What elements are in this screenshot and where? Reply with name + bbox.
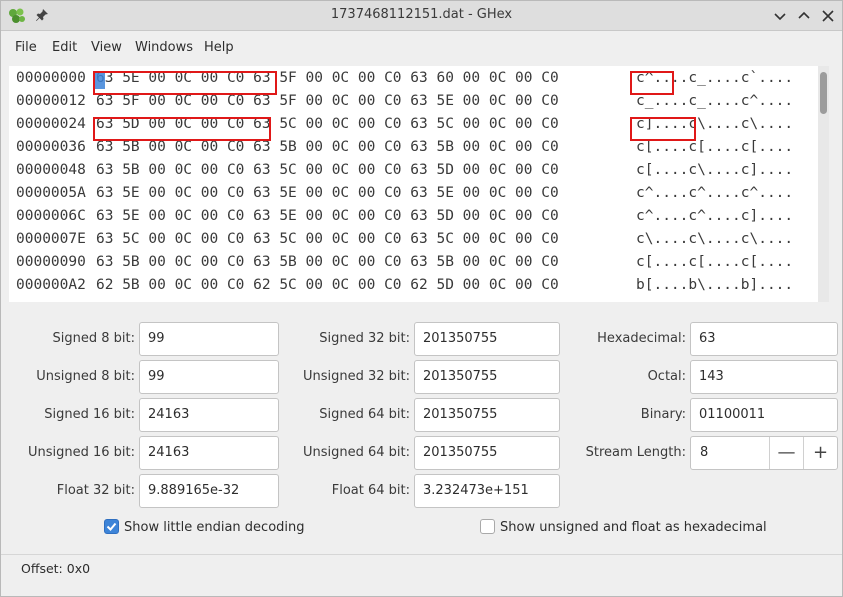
signed-16-bit-label: Signed 16 bit:: [44, 407, 135, 422]
float-32-bit-field[interactable]: 9.889165e-32: [139, 474, 279, 508]
unsigned-64-bit-label: Unsigned 64 bit:: [302, 445, 410, 460]
row-hex-bytes[interactable]: 63 5F 00 0C 00 C0 63 5F 00 0C 00 C0 63 5…: [96, 93, 559, 109]
row-offset: 00000012: [16, 93, 86, 109]
scrollbar-thumb[interactable]: [820, 72, 827, 114]
title-bar: 1737468112151.dat - GHex: [1, 1, 842, 31]
row-ascii[interactable]: c[....c[....c[....: [636, 254, 793, 270]
row-hex-bytes[interactable]: 63 5B 00 0C 00 C0 63 5B 00 0C 00 C0 63 5…: [96, 139, 559, 155]
highlight-box-ascii-row-0: [630, 71, 674, 95]
hex-row: 0000006C 63 5E 00 0C 00 C0 63 5E 00 0C 0…: [9, 204, 817, 227]
unsigned-32-bit-field[interactable]: 201350755: [414, 360, 560, 394]
unsigned-8-bit-field[interactable]: 99: [139, 360, 279, 394]
menu-edit[interactable]: Edit: [52, 40, 77, 55]
row-hex-bytes[interactable]: 63 5E 00 0C 00 C0 63 5E 00 0C 00 C0 63 5…: [96, 185, 559, 201]
signed-32-bit-label: Signed 32 bit:: [319, 331, 410, 346]
increment-button[interactable]: +: [803, 437, 837, 469]
stream-length-stepper: 8 — +: [690, 436, 838, 470]
binary-field[interactable]: 01100011: [690, 398, 838, 432]
hex-row: 000000A2 62 5B 00 0C 00 C0 62 5C 00 0C 0…: [9, 273, 817, 296]
unsigned-64-bit-field[interactable]: 201350755: [414, 436, 560, 470]
offset-status: Offset: 0x0: [21, 561, 91, 576]
float-64-bit-field[interactable]: 3.232473e+151: [414, 474, 560, 508]
float-64-bit-label: Float 64 bit:: [331, 483, 410, 498]
stream-length-label: Stream Length:: [585, 445, 686, 460]
row-ascii[interactable]: c^....c^....c]....: [636, 208, 793, 224]
minimize-chevron-icon[interactable]: [771, 7, 789, 25]
highlight-box-ascii-row-2: [630, 117, 696, 141]
row-offset: 00000048: [16, 162, 86, 178]
hex-row: 00000048 63 5B 00 0C 00 C0 63 5C 00 0C 0…: [9, 158, 817, 181]
row-ascii[interactable]: b[....b\....b]....: [636, 277, 793, 293]
hex-view[interactable]: 00000000 63 5E 00 0C 00 C0 63 5F 00 0C 0…: [9, 66, 829, 302]
row-offset: 00000000: [16, 70, 86, 86]
row-ascii[interactable]: c_....c_....c^....: [636, 93, 793, 109]
signed-64-bit-label: Signed 64 bit:: [319, 407, 410, 422]
window-title: 1737468112151.dat - GHex: [330, 7, 513, 22]
row-ascii[interactable]: c\....c\....c\....: [636, 231, 793, 247]
hexadecimal-field[interactable]: 63: [690, 322, 838, 356]
row-ascii[interactable]: c[....c[....c[....: [636, 139, 793, 155]
unsigned-16-bit-field[interactable]: 24163: [139, 436, 279, 470]
highlight-box-hex-row-0: [93, 71, 277, 95]
signed-64-bit-field[interactable]: 201350755: [414, 398, 560, 432]
unsigned-32-bit-label: Unsigned 32 bit:: [302, 369, 410, 384]
decrement-button[interactable]: —: [769, 437, 803, 469]
row-hex-bytes[interactable]: 63 5C 00 0C 00 C0 63 5C 00 0C 00 C0 63 5…: [96, 231, 559, 247]
vertical-scrollbar[interactable]: [818, 66, 829, 302]
row-offset: 00000090: [16, 254, 86, 270]
hex-row: 0000005A 63 5E 00 0C 00 C0 63 5E 00 0C 0…: [9, 181, 817, 204]
unsigned-16-bit-label: Unsigned 16 bit:: [27, 445, 135, 460]
little-endian-label[interactable]: Show little endian decoding: [124, 520, 305, 535]
ghex-window: 1737468112151.dat - GHex File Edit View …: [0, 0, 843, 597]
row-offset: 000000A2: [16, 277, 86, 293]
signed-16-bit-field[interactable]: 24163: [139, 398, 279, 432]
menu-help[interactable]: Help: [204, 40, 234, 55]
signed-8-bit-label: Signed 8 bit:: [52, 331, 135, 346]
hex-row: 0000007E 63 5C 00 0C 00 C0 63 5C 00 0C 0…: [9, 227, 817, 250]
row-hex-bytes[interactable]: 63 5B 00 0C 00 C0 63 5C 00 0C 00 C0 63 5…: [96, 162, 559, 178]
stream-length-value[interactable]: 8: [700, 445, 708, 460]
row-offset: 0000007E: [16, 231, 86, 247]
binary-label: Binary:: [640, 407, 686, 422]
menu-windows[interactable]: Windows: [135, 40, 193, 55]
float-32-bit-label: Float 32 bit:: [56, 483, 135, 498]
menu-file[interactable]: File: [15, 40, 37, 55]
close-icon[interactable]: [819, 7, 837, 25]
little-endian-checkbox[interactable]: [104, 519, 119, 534]
checkmark-icon: [106, 522, 117, 531]
row-ascii[interactable]: c^....c^....c^....: [636, 185, 793, 201]
unsigned-hex-checkbox[interactable]: [480, 519, 495, 534]
menu-bar: File Edit View Windows Help: [1, 32, 842, 62]
signed-32-bit-field[interactable]: 201350755: [414, 322, 560, 356]
highlight-box-hex-row-2: [93, 117, 271, 141]
menu-view[interactable]: View: [91, 40, 122, 55]
row-offset: 00000036: [16, 139, 86, 155]
maximize-chevron-icon[interactable]: [795, 7, 813, 25]
octal-label: Octal:: [647, 369, 686, 384]
row-hex-bytes[interactable]: 63 5B 00 0C 00 C0 63 5B 00 0C 00 C0 63 5…: [96, 254, 559, 270]
unsigned-8-bit-label: Unsigned 8 bit:: [36, 369, 135, 384]
status-bar: Offset: 0x0: [1, 554, 842, 582]
row-hex-bytes[interactable]: 63 5E 00 0C 00 C0 63 5E 00 0C 00 C0 63 5…: [96, 208, 559, 224]
row-hex-bytes[interactable]: 62 5B 00 0C 00 C0 62 5C 00 0C 00 C0 62 5…: [96, 277, 559, 293]
row-offset: 0000006C: [16, 208, 86, 224]
row-offset: 0000005A: [16, 185, 86, 201]
hexadecimal-label: Hexadecimal:: [597, 331, 686, 346]
row-ascii[interactable]: c[....c\....c]....: [636, 162, 793, 178]
signed-8-bit-field[interactable]: 99: [139, 322, 279, 356]
hex-row: 00000090 63 5B 00 0C 00 C0 63 5B 00 0C 0…: [9, 250, 817, 273]
row-offset: 00000024: [16, 116, 86, 132]
unsigned-hex-label[interactable]: Show unsigned and float as hexadecimal: [500, 520, 767, 535]
octal-field[interactable]: 143: [690, 360, 838, 394]
